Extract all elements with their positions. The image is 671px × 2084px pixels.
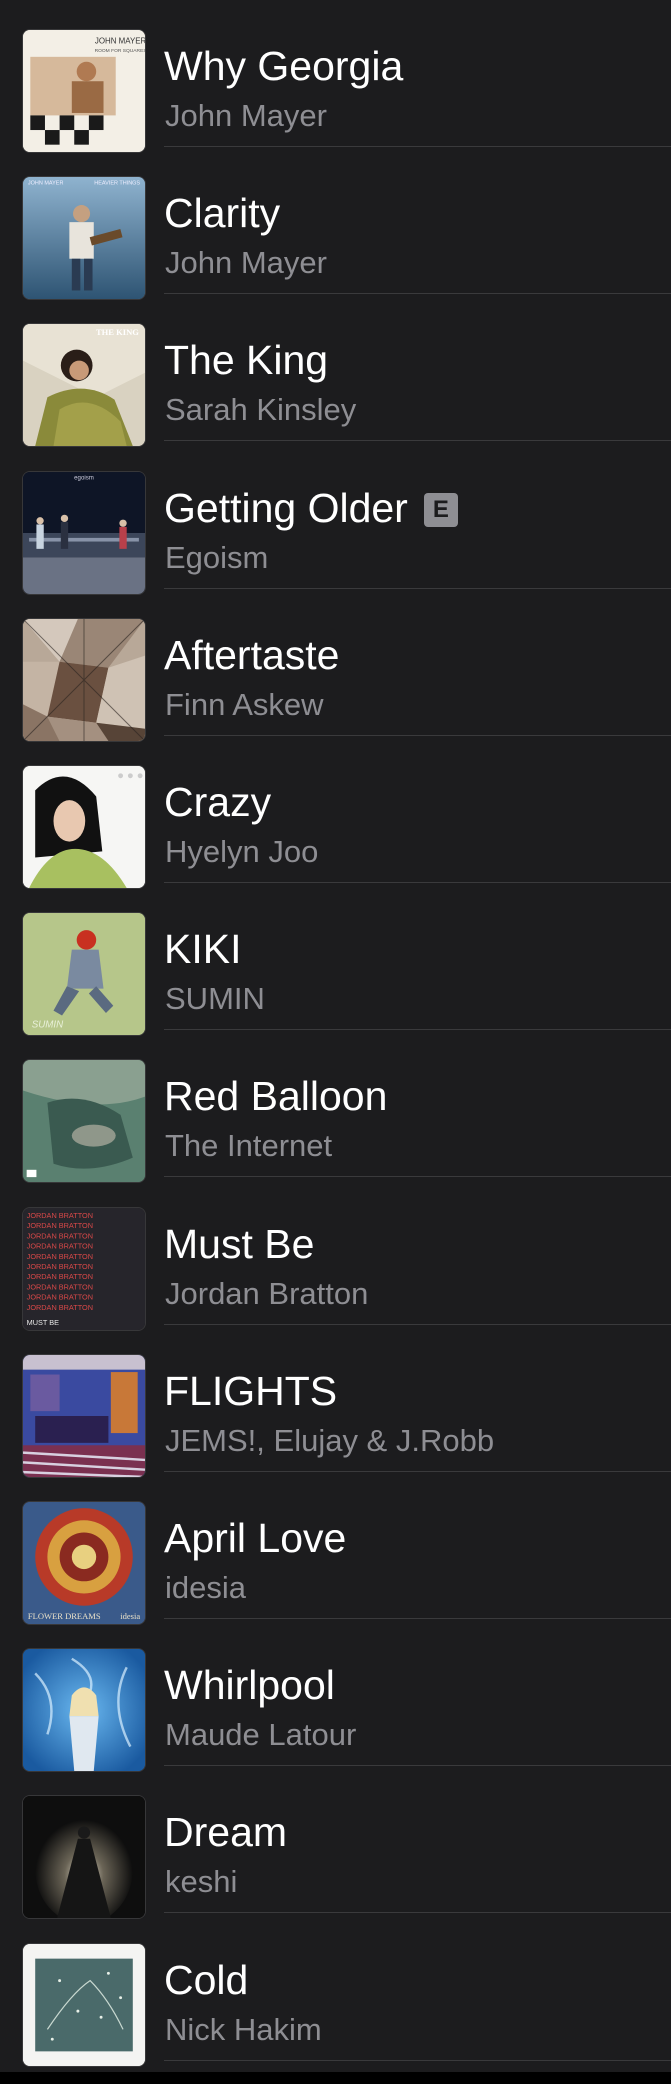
song-row[interactable]: Crazy Hyelyn Joo <box>0 736 671 889</box>
song-artist: Nick Hakim <box>165 2011 322 2047</box>
song-row[interactable]: JOHN MAYER HEAVIER THINGS Clarity John May… <box>0 147 671 301</box>
song-artist: Sarah Kinsley <box>165 392 357 428</box>
song-artist: Egoism <box>165 539 269 575</box>
svg-text:egoism: egoism <box>74 474 94 481</box>
album-art <box>22 765 146 889</box>
song-title-text: Crazy <box>164 779 272 825</box>
song-row[interactable]: Dream keshi <box>0 1766 671 1920</box>
album-art: JOHN MAYER HEAVIER THINGS <box>22 176 146 301</box>
song-row[interactable]: JORDAN BRATTON JORDAN BRATTON JORDAN BRATT… <box>0 1178 671 1331</box>
song-row[interactable]: THE KING The King Sarah Kinsley <box>0 294 671 448</box>
song-title: Clarity <box>164 189 280 237</box>
song-artist: John Mayer <box>165 245 327 281</box>
album-art: FLOWER DREAMS idesia <box>22 1501 146 1625</box>
svg-text:JORDAN BRATTON: JORDAN BRATTON <box>27 1303 93 1312</box>
svg-text:JOHN MAYER: JOHN MAYER <box>28 181 64 187</box>
row-divider <box>164 2059 671 2061</box>
song-title: Red Balloon <box>164 1072 387 1120</box>
bottom-bar <box>0 2072 671 2084</box>
svg-text:HEAVIER THINGS: HEAVIER THINGS <box>94 181 140 187</box>
song-title: Whirlpool <box>164 1661 335 1709</box>
svg-text:JORDAN BRATTON: JORDAN BRATTON <box>27 1221 93 1230</box>
song-title: Aftertaste <box>164 631 339 679</box>
song-artist: Finn Askew <box>165 686 324 722</box>
song-row[interactable]: egoism Getting Older E Egoism <box>0 442 671 595</box>
song-title-text: Getting Older <box>164 484 408 531</box>
album-art <box>22 1353 146 1478</box>
album-art <box>22 1942 146 2067</box>
svg-text:JOHN MAYER: JOHN MAYER <box>95 36 145 45</box>
song-artist: keshi <box>165 1864 238 1900</box>
song-row[interactable]: FLOWER DREAMS idesia April Love idesia <box>0 1472 671 1625</box>
song-row[interactable]: Cold Nick Hakim <box>0 1914 671 2067</box>
song-title: Dream <box>164 1808 287 1856</box>
song-title: Crazy <box>164 778 271 826</box>
svg-text:JORDAN BRATTON: JORDAN BRATTON <box>27 1251 93 1260</box>
song-title-text: Red Balloon <box>164 1073 388 1120</box>
album-art <box>22 1795 146 1920</box>
song-title-text: Whirlpool <box>164 1662 335 1709</box>
svg-text:JORDAN BRATTON: JORDAN BRATTON <box>27 1282 93 1291</box>
song-title: Must Be <box>164 1220 314 1268</box>
album-art: THE KING <box>22 323 146 448</box>
song-title-text: Dream <box>164 1809 288 1856</box>
song-row[interactable]: Whirlpool Maude Latour <box>0 1619 671 1773</box>
song-artist: Hyelyn Joo <box>165 834 319 869</box>
song-title-text: Aftertaste <box>164 631 340 678</box>
album-art: JOHN MAYER ROOM FOR SQUARES <box>22 29 146 153</box>
svg-text:THE KING: THE KING <box>96 327 139 337</box>
album-art <box>22 617 146 742</box>
album-art <box>22 1059 146 1184</box>
svg-text:JORDAN BRATTON: JORDAN BRATTON <box>27 1262 93 1271</box>
song-title-text: FLIGHTS <box>164 1367 338 1414</box>
album-art <box>22 1648 146 1773</box>
song-row[interactable]: FLIGHTS JEMS!, Elujay & J.Robb <box>0 1325 671 1478</box>
song-artist: JEMS!, Elujay & J.Robb <box>165 1422 495 1458</box>
song-title: Getting Older E <box>164 484 458 532</box>
song-title-text: Cold <box>164 1956 249 2003</box>
svg-text:JORDAN BRATTON: JORDAN BRATTON <box>27 1231 93 1240</box>
song-title-text: KIKI <box>164 926 242 973</box>
song-artist: John Mayer <box>165 98 327 133</box>
song-artist: The Internet <box>165 1128 333 1164</box>
song-title: The King <box>164 336 328 384</box>
svg-text:JORDAN BRATTON: JORDAN BRATTON <box>27 1210 93 1219</box>
song-title-text: The King <box>164 337 329 384</box>
album-art: egoism <box>22 470 146 595</box>
song-artist: Maude Latour <box>165 1717 357 1753</box>
song-title-text: April Love <box>164 1515 347 1561</box>
song-list: JOHN MAYER ROOM FOR SQUARES Why Georgia Jo… <box>0 0 671 2072</box>
song-title: KIKI <box>164 925 241 973</box>
song-title-text: Must Be <box>164 1220 315 1267</box>
song-title: April Love <box>164 1514 346 1562</box>
song-row[interactable]: Red Balloon The Internet <box>0 1030 671 1184</box>
song-artist: SUMIN <box>165 981 265 1017</box>
song-artist: Jordan Bratton <box>165 1275 369 1311</box>
song-row[interactable]: Aftertaste Finn Askew <box>0 589 671 742</box>
song-title-text: Clarity <box>164 190 281 237</box>
svg-text:SUMIN: SUMIN <box>32 1020 64 1031</box>
svg-text:JORDAN BRATTON: JORDAN BRATTON <box>27 1241 93 1250</box>
svg-text:JORDAN BRATTON: JORDAN BRATTON <box>27 1292 93 1301</box>
song-title-text: Why Georgia <box>164 43 404 89</box>
explicit-badge: E <box>423 492 458 527</box>
song-artist: idesia <box>165 1570 246 1605</box>
album-art: SUMIN <box>22 912 146 1037</box>
svg-text:JORDAN BRATTON: JORDAN BRATTON <box>27 1272 93 1281</box>
song-title: Cold <box>164 1956 248 2004</box>
svg-text:ROOM FOR SQUARES: ROOM FOR SQUARES <box>95 48 145 54</box>
song-title: FLIGHTS <box>164 1367 337 1415</box>
song-row[interactable]: SUMIN KIKI SUMIN <box>0 883 671 1037</box>
song-row[interactable]: JOHN MAYER ROOM FOR SQUARES Why Georgia Jo… <box>0 0 671 153</box>
song-title: Why Georgia <box>164 42 403 90</box>
album-art: JORDAN BRATTON JORDAN BRATTON JORDAN BRATT… <box>22 1206 146 1331</box>
